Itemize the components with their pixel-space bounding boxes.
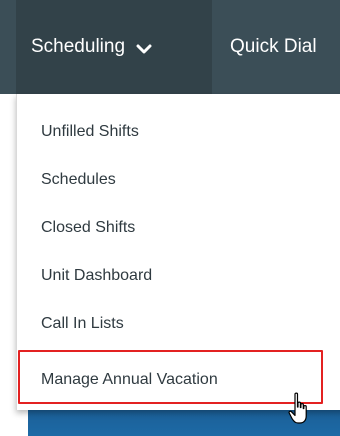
menu-item-label: Schedules (41, 171, 116, 188)
page-background (0, 94, 14, 436)
menu-item-label: Unit Dashboard (41, 267, 153, 284)
scheduling-dropdown-menu: Unfilled Shifts Schedules Closed Shifts … (16, 94, 340, 410)
chevron-down-icon (136, 43, 152, 55)
top-navbar: Scheduling Quick Dial (0, 0, 340, 94)
menu-item-label: Closed Shifts (41, 219, 136, 236)
menu-item-unit-dashboard[interactable]: Unit Dashboard (17, 252, 340, 300)
menu-item-call-in-lists[interactable]: Call In Lists (17, 300, 340, 348)
menu-item-label: Call In Lists (41, 315, 124, 332)
scheduling-menu-label: Scheduling (31, 36, 126, 57)
menu-item-label: Manage Annual Vacation (41, 371, 218, 388)
menu-item-schedules[interactable]: Schedules (17, 156, 340, 204)
menu-item-unfilled-shifts[interactable]: Unfilled Shifts (17, 108, 340, 156)
quick-dial-menu-button[interactable]: Quick Dial (212, 0, 317, 94)
scheduling-menu-button[interactable]: Scheduling (16, 0, 212, 94)
hand-pointer-icon (288, 392, 312, 428)
quick-dial-menu-label: Quick Dial (230, 36, 317, 57)
menu-item-closed-shifts[interactable]: Closed Shifts (17, 204, 340, 252)
menu-item-label: Unfilled Shifts (41, 123, 139, 140)
